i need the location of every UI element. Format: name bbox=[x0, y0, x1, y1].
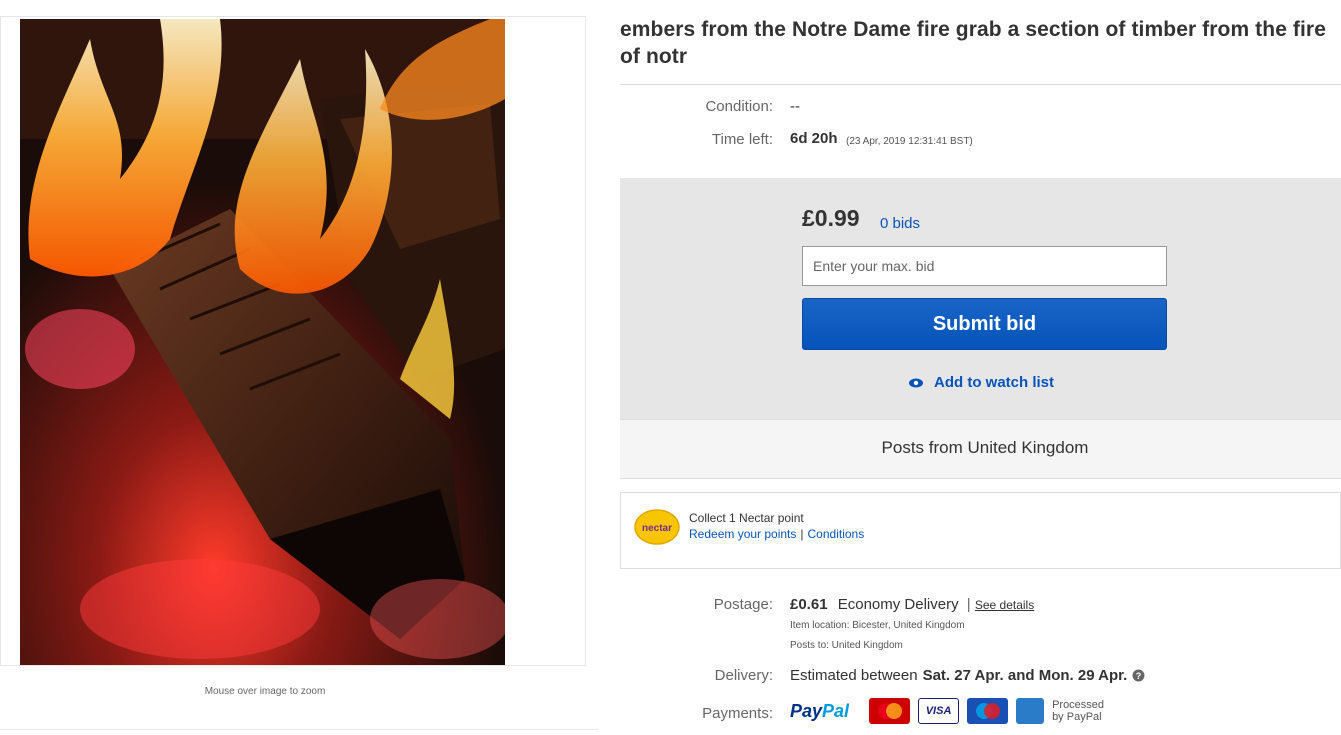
image-panel bbox=[0, 16, 586, 666]
submit-bid-button[interactable]: Submit bid bbox=[802, 298, 1167, 350]
mastercard-icon bbox=[869, 698, 911, 724]
condition-value: -- bbox=[790, 98, 800, 115]
max-bid-input[interactable] bbox=[802, 246, 1167, 286]
see-details-link[interactable]: See details bbox=[975, 598, 1034, 612]
nectar-links: Redeem your points | Conditions bbox=[689, 527, 864, 541]
time-left-label: Time left: bbox=[711, 131, 773, 148]
watch-label: Add to watch list bbox=[934, 374, 1054, 391]
zoom-hint: Mouse over image to zoom bbox=[204, 686, 326, 697]
visa-icon: VISA bbox=[918, 698, 960, 724]
time-left-value: 6d 20h bbox=[790, 130, 838, 147]
svg-text:?: ? bbox=[1136, 671, 1142, 681]
nectar-collect-text: Collect 1 Nectar point bbox=[689, 511, 804, 525]
amex-icon bbox=[1016, 698, 1045, 724]
postage-separator: | bbox=[966, 596, 971, 613]
delivery-prefix: Estimated between bbox=[790, 667, 918, 684]
time-left-detail: (23 Apr, 2019 12:31:41 BST) bbox=[846, 136, 973, 147]
add-to-watch-list-link[interactable]: Add to watch list bbox=[908, 374, 1054, 391]
posts-to: Posts to: United Kingdom bbox=[790, 640, 903, 651]
current-price: £0.99 bbox=[802, 205, 860, 231]
divider bbox=[0, 729, 598, 730]
processed-line1: Processed bbox=[1052, 699, 1105, 711]
nectar-conditions-link[interactable]: Conditions bbox=[808, 527, 865, 541]
divider bbox=[620, 84, 1341, 85]
bids-count-link[interactable]: 0 bids bbox=[880, 215, 920, 232]
delivery-estimate: Estimated between Sat. 27 Apr. and Mon. … bbox=[790, 667, 1145, 684]
nectar-separator: | bbox=[800, 527, 804, 541]
listing-title: embers from the Notre Dame fire grab a s… bbox=[620, 18, 1326, 68]
nectar-logo-icon: nectar bbox=[634, 509, 680, 545]
postage-price: £0.61 bbox=[790, 596, 828, 613]
redeem-points-link[interactable]: Redeem your points bbox=[689, 527, 796, 541]
postage-summary: £0.61 Economy Delivery | See details bbox=[790, 596, 1034, 613]
maestro-icon bbox=[967, 698, 1009, 724]
posts-from-text: Posts from United Kingdom bbox=[881, 438, 1089, 457]
processed-by-paypal: Processed by PayPal bbox=[1052, 699, 1104, 723]
postage-label: Postage: bbox=[713, 596, 773, 613]
listing-photo[interactable] bbox=[20, 19, 505, 665]
postage-method: Economy Delivery bbox=[837, 596, 959, 613]
payments-label: Payments: bbox=[702, 705, 773, 722]
processed-line2: by PayPal bbox=[1052, 711, 1102, 723]
condition-label: Condition: bbox=[705, 98, 773, 115]
payment-methods: PayPal VISA Processed by PayPal bbox=[790, 698, 1104, 724]
delivery-label: Delivery: bbox=[714, 667, 773, 684]
eye-icon bbox=[909, 378, 923, 387]
paypal-logo: PayPal bbox=[790, 701, 849, 722]
paypal-pay: Pay bbox=[790, 700, 823, 721]
item-location: Item location: Bicester, United Kingdom bbox=[790, 620, 965, 631]
nectar-logo-text: nectar bbox=[642, 523, 672, 534]
delivery-dates: Sat. 27 Apr. and Mon. 29 Apr. bbox=[922, 667, 1128, 684]
paypal-pal: Pal bbox=[822, 700, 850, 721]
info-icon[interactable]: ? bbox=[1132, 669, 1145, 682]
